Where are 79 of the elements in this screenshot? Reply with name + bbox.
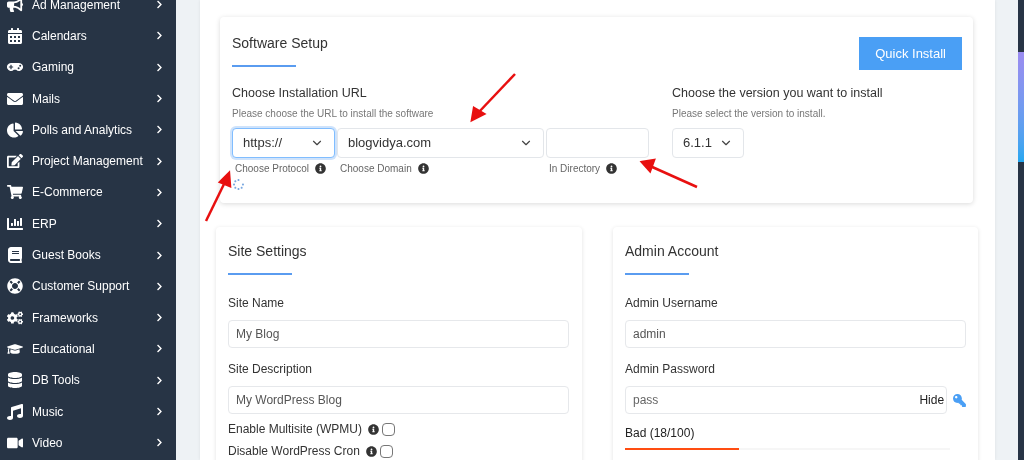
megaphone-icon xyxy=(7,0,23,13)
chevron-right-icon xyxy=(155,438,164,448)
chevron-right-icon xyxy=(155,125,164,135)
sidebar-item[interactable]: Customer Support xyxy=(0,270,176,302)
sidebar-item[interactable]: Frameworks xyxy=(0,301,176,334)
hint-text: Please choose the URL to install the software xyxy=(232,106,435,121)
field-label: Site Name xyxy=(228,295,286,312)
gears-icon xyxy=(7,309,23,326)
sidebar-item[interactable]: Video xyxy=(0,427,176,459)
section-heading: Choose Installation URL xyxy=(232,85,368,102)
chevron-right-icon xyxy=(155,156,164,166)
select-field[interactable]: blogvidya.com xyxy=(337,127,544,158)
chevron-right-icon xyxy=(155,250,164,260)
lifebuoy-icon xyxy=(7,278,23,295)
sidebar-item[interactable]: Ad Management xyxy=(0,0,176,21)
annotation-arrow xyxy=(470,73,516,123)
sidebar-item[interactable]: Calendars xyxy=(0,20,176,52)
chevron-right-icon xyxy=(155,94,164,104)
text-input[interactable]: admin xyxy=(625,320,966,348)
field-label: In Directory xyxy=(549,161,601,176)
info-icon[interactable] xyxy=(365,445,377,457)
field-label: Admin Username xyxy=(625,295,719,312)
sidebar-item[interactable]: Gaming xyxy=(0,51,176,83)
info-icon[interactable] xyxy=(606,162,618,174)
spinner-icon xyxy=(233,178,244,190)
card-title: Software Setup xyxy=(232,34,328,53)
chevron-right-icon xyxy=(155,344,164,354)
field-label: Choose Protocol xyxy=(235,161,309,176)
edit-icon xyxy=(7,153,23,170)
music-note-icon xyxy=(7,403,23,420)
annotation-arrow xyxy=(639,158,698,189)
chevron-right-icon xyxy=(155,0,164,10)
bar-chart-icon xyxy=(7,215,23,232)
book-icon xyxy=(7,247,23,263)
sidebar-item[interactable]: Polls and Analytics xyxy=(0,114,176,146)
text-input[interactable]: My WordPress Blog xyxy=(228,386,569,414)
strength-text: Bad (18/100) xyxy=(625,425,695,442)
chevron-right-icon xyxy=(155,375,164,385)
chevron-right-icon xyxy=(155,62,164,72)
select-field[interactable]: https:// xyxy=(232,127,335,158)
chevron-right-icon xyxy=(155,187,164,197)
chevron-right-icon xyxy=(155,281,164,291)
sidebar-item[interactable]: DB Tools xyxy=(0,364,176,396)
info-icon[interactable] xyxy=(368,423,380,435)
annotation-arrow xyxy=(204,170,232,222)
text-input[interactable]: My Blog xyxy=(228,320,569,348)
info-icon[interactable] xyxy=(314,162,326,174)
database-icon xyxy=(7,372,23,389)
pie-chart-icon xyxy=(7,121,23,138)
sidebar-item[interactable]: Music xyxy=(0,395,176,428)
info-icon[interactable] xyxy=(417,162,429,174)
field-label: Admin Password xyxy=(625,361,717,378)
chevron-right-icon xyxy=(155,313,164,323)
hint-text: Please select the version to install. xyxy=(672,106,827,121)
checkbox-label: Enable Multisite (WPMU) xyxy=(228,421,363,438)
sidebar-item[interactable]: Educational xyxy=(0,333,176,365)
sidebar-item[interactable]: ERP xyxy=(0,208,176,240)
key-icon[interactable] xyxy=(953,393,966,407)
calendar-icon xyxy=(7,27,23,44)
checkbox-label: Disable WordPress Cron xyxy=(228,443,360,460)
envelope-icon xyxy=(7,90,23,107)
field-label: Choose Domain xyxy=(340,161,412,176)
password-field[interactable]: pass Hide xyxy=(625,386,948,414)
chevron-right-icon xyxy=(155,219,164,229)
checkbox[interactable] xyxy=(379,444,393,458)
sidebar-item[interactable]: Mails xyxy=(0,82,176,115)
select-field[interactable]: 6.1.1 xyxy=(672,127,744,158)
sidebar-item[interactable]: Guest Books xyxy=(0,239,176,271)
card-title: Site Settings xyxy=(228,242,307,261)
cart-icon xyxy=(7,184,23,201)
chevron-right-icon xyxy=(155,31,164,41)
directory-input[interactable] xyxy=(546,127,649,158)
sidebar-item[interactable]: Project Management xyxy=(0,145,176,177)
card-title: Admin Account xyxy=(625,242,719,261)
sidebar-item[interactable]: E-Commerce xyxy=(0,176,176,209)
field-label: Site Description xyxy=(228,361,314,378)
checkbox[interactable] xyxy=(382,422,396,436)
section-heading: Choose the version you want to install xyxy=(672,85,883,102)
chevron-right-icon xyxy=(155,407,164,416)
